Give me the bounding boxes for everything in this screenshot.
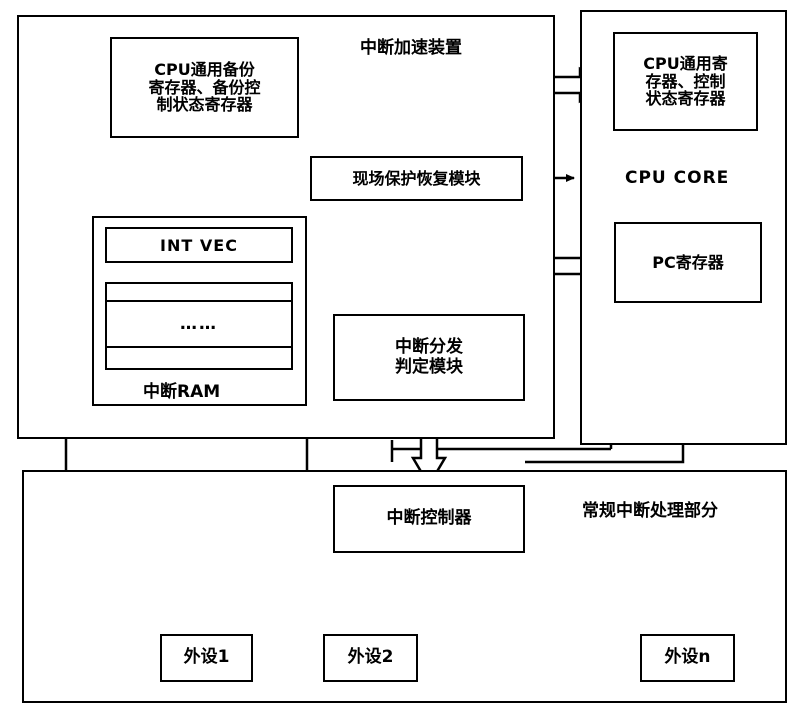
- vector-slot-ellipsis: ……: [105, 302, 293, 346]
- vector-slot-last: [105, 346, 293, 370]
- int-vec-row: INT VEC: [105, 227, 293, 263]
- box-interrupt-controller: 中断控制器: [333, 485, 525, 553]
- box-context-save-restore-module: 现场保护恢复模块: [310, 156, 523, 201]
- interrupt-ram-caption: 中断RAM: [143, 382, 221, 402]
- box-interrupt-dispatch-module: 中断分发 判定模块: [333, 314, 525, 401]
- box-peripheral-n: 外设n: [640, 634, 735, 682]
- vector-slot-1: [105, 282, 293, 302]
- box-cpu-registers: CPU通用寄 存器、控制 状态寄存器: [613, 32, 758, 131]
- region-label-interrupt-accelerator: 中断加速装置: [360, 38, 462, 58]
- box-pc-register: PC寄存器: [614, 222, 762, 303]
- box-cpu-backup-registers: CPU通用备份 寄存器、备份控 制状态寄存器: [110, 37, 299, 138]
- box-peripheral-1: 外设1: [160, 634, 253, 682]
- box-peripheral-2: 外设2: [323, 634, 418, 682]
- region-label-cpu-core: CPU CORE: [625, 168, 730, 188]
- region-label-normal-interrupt: 常规中断处理部分: [582, 501, 718, 521]
- diagram-canvas: 中断加速装置 CPU CORE 常规中断处理部分 INT VEC …… 中断RA…: [0, 0, 800, 717]
